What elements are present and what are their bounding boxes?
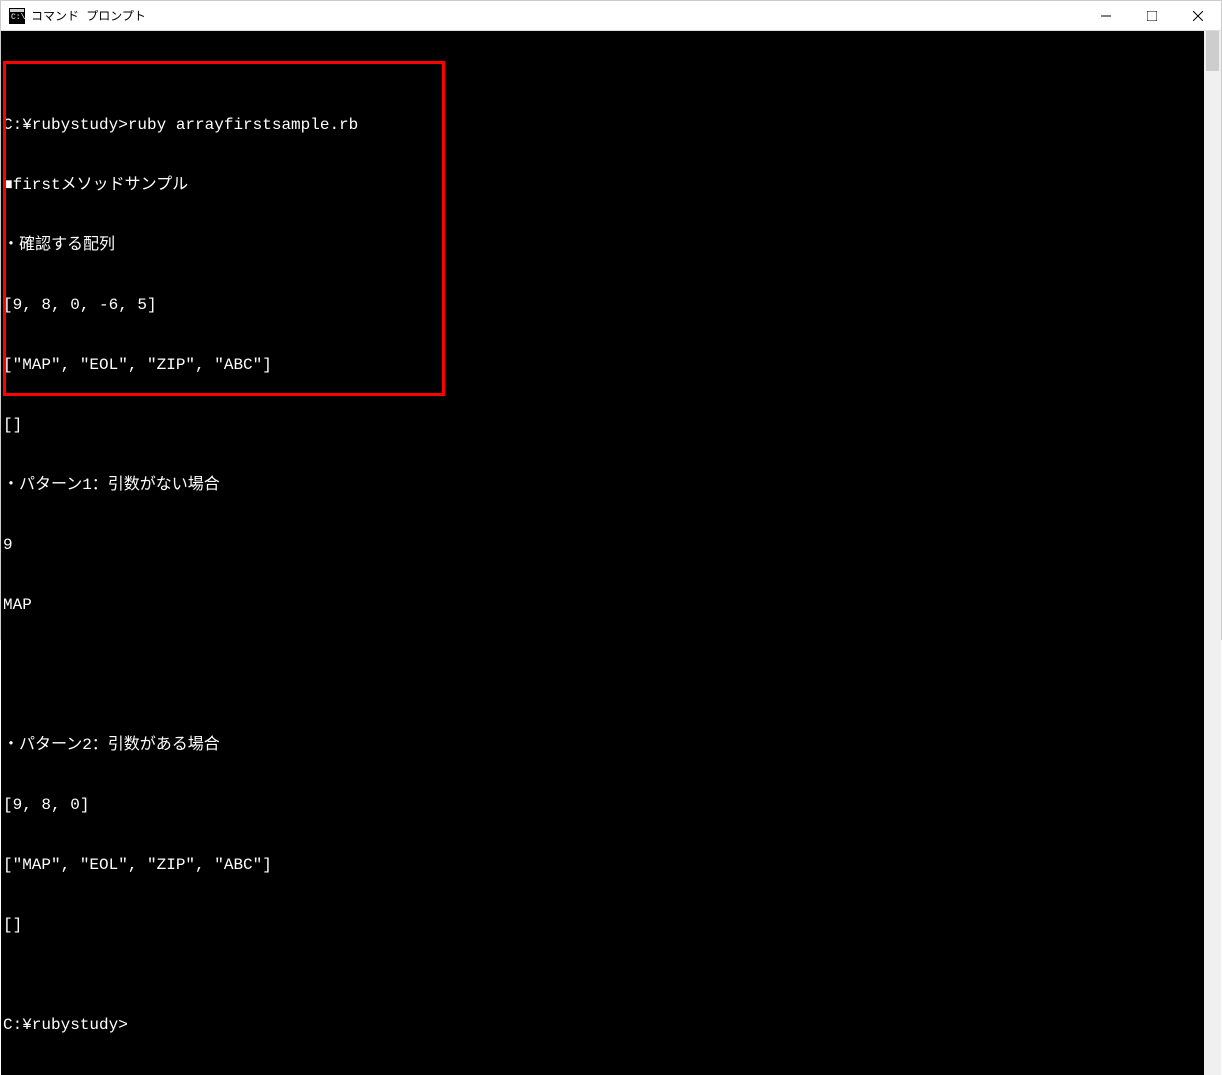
minimize-button[interactable] bbox=[1083, 1, 1129, 31]
terminal-line: ・確認する配列 bbox=[3, 235, 1204, 255]
scrollbar-thumb[interactable] bbox=[1206, 31, 1219, 71]
terminal-line: ["MAP", "EOL", "ZIP", "ABC"] bbox=[3, 355, 1204, 375]
terminal-line: C:¥rubystudy> bbox=[3, 1015, 1204, 1035]
terminal-line: ・パターン2：引数がある場合 bbox=[3, 735, 1204, 755]
command-prompt-window: C:\ コマンド プロンプト bbox=[0, 0, 1222, 640]
window-controls bbox=[1083, 1, 1221, 30]
terminal-line: [] bbox=[3, 415, 1204, 435]
app-icon: C:\ bbox=[9, 8, 25, 24]
terminal-line: 9 bbox=[3, 535, 1204, 555]
terminal-line: [] bbox=[3, 915, 1204, 935]
window-title: コマンド プロンプト bbox=[31, 7, 1083, 24]
terminal-line: ["MAP", "EOL", "ZIP", "ABC"] bbox=[3, 855, 1204, 875]
vertical-scrollbar[interactable] bbox=[1204, 31, 1221, 1075]
titlebar[interactable]: C:\ コマンド プロンプト bbox=[1, 1, 1221, 31]
terminal-line: [9, 8, 0] bbox=[3, 795, 1204, 815]
terminal-line: [9, 8, 0, -6, 5] bbox=[3, 295, 1204, 315]
terminal-area: C:¥rubystudy>ruby arrayfirstsample.rb ■f… bbox=[1, 31, 1221, 1075]
terminal-content[interactable]: C:¥rubystudy>ruby arrayfirstsample.rb ■f… bbox=[1, 31, 1204, 1075]
close-button[interactable] bbox=[1175, 1, 1221, 31]
terminal-line: MAP bbox=[3, 595, 1204, 615]
svg-text:C:\: C:\ bbox=[11, 13, 25, 22]
terminal-line: C:¥rubystudy>ruby arrayfirstsample.rb bbox=[3, 115, 1204, 135]
maximize-button[interactable] bbox=[1129, 1, 1175, 31]
terminal-line: ・パターン1：引数がない場合 bbox=[3, 475, 1204, 495]
terminal-line: ■firstメソッドサンプル bbox=[3, 175, 1204, 195]
